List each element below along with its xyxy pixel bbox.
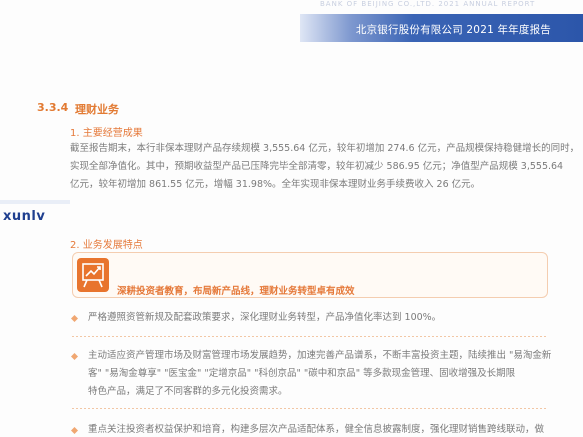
left-margin-rule bbox=[0, 200, 70, 204]
bullet-text: 客" "易淘金尊享" "医宝金" "定增京品" "科创京品" "碳中和京品" 等… bbox=[88, 368, 516, 379]
site-watermark: xunlv bbox=[3, 209, 46, 224]
growth-chart-icon bbox=[77, 258, 109, 292]
paragraph-line: 截至报告期末，本行非保本理财产品存续规模 3,555.64 亿元，较年初增加 2… bbox=[70, 143, 580, 154]
bullet-text: 严格遵照资管新规及配套政策要求，深化理财业务转型，产品净值化率达到 100%。 bbox=[88, 312, 442, 323]
subsection-title-results: 1. 主要经营成果 bbox=[70, 128, 143, 139]
bullet-text: 重点关注投资者权益保护和培育，构建多层次产品适配体系，健全信息披露制度，强化理财… bbox=[88, 424, 545, 435]
report-page: BANK OF BEIJING CO.,LTD. 2021 ANNUAL REP… bbox=[0, 0, 583, 437]
report-header-title: 北京银行股份有限公司 2021 年年度报告 bbox=[355, 24, 551, 36]
subsection-title-features: 2. 业务发展特点 bbox=[70, 240, 143, 251]
diamond-bullet-icon bbox=[71, 353, 78, 360]
dotted-divider bbox=[72, 336, 548, 337]
section-number: 3.3.4 bbox=[37, 101, 69, 114]
dotted-divider bbox=[72, 408, 548, 409]
diamond-bullet-icon bbox=[71, 427, 78, 434]
report-header-bar: 北京银行股份有限公司 2021 年年度报告 bbox=[300, 14, 583, 42]
paragraph-line: 亿元，较年初增加 861.55 亿元，增幅 31.98%。全年实现非保本理财业务… bbox=[70, 179, 481, 190]
section-title: 理财业务 bbox=[75, 103, 119, 116]
highlight-text: 深耕投资者教育，布局新产品线，理财业务转型卓有成效 bbox=[117, 286, 355, 297]
diamond-bullet-icon bbox=[71, 315, 78, 322]
bullet-text: 主动适应资产管理市场及财富管理市场发展趋势，加速完善产品谱系，不断丰富投资主题，… bbox=[88, 350, 552, 361]
running-header-english: BANK OF BEIJING CO.,LTD. 2021 ANNUAL REP… bbox=[320, 0, 536, 8]
bullet-text: 特色产品，满足了不同客群的多元化投资需求。 bbox=[88, 386, 288, 397]
paragraph-line: 实现全部净值化。其中，预期收益型产品已压降完毕全部清零，较年初减少 586.95… bbox=[70, 161, 564, 172]
